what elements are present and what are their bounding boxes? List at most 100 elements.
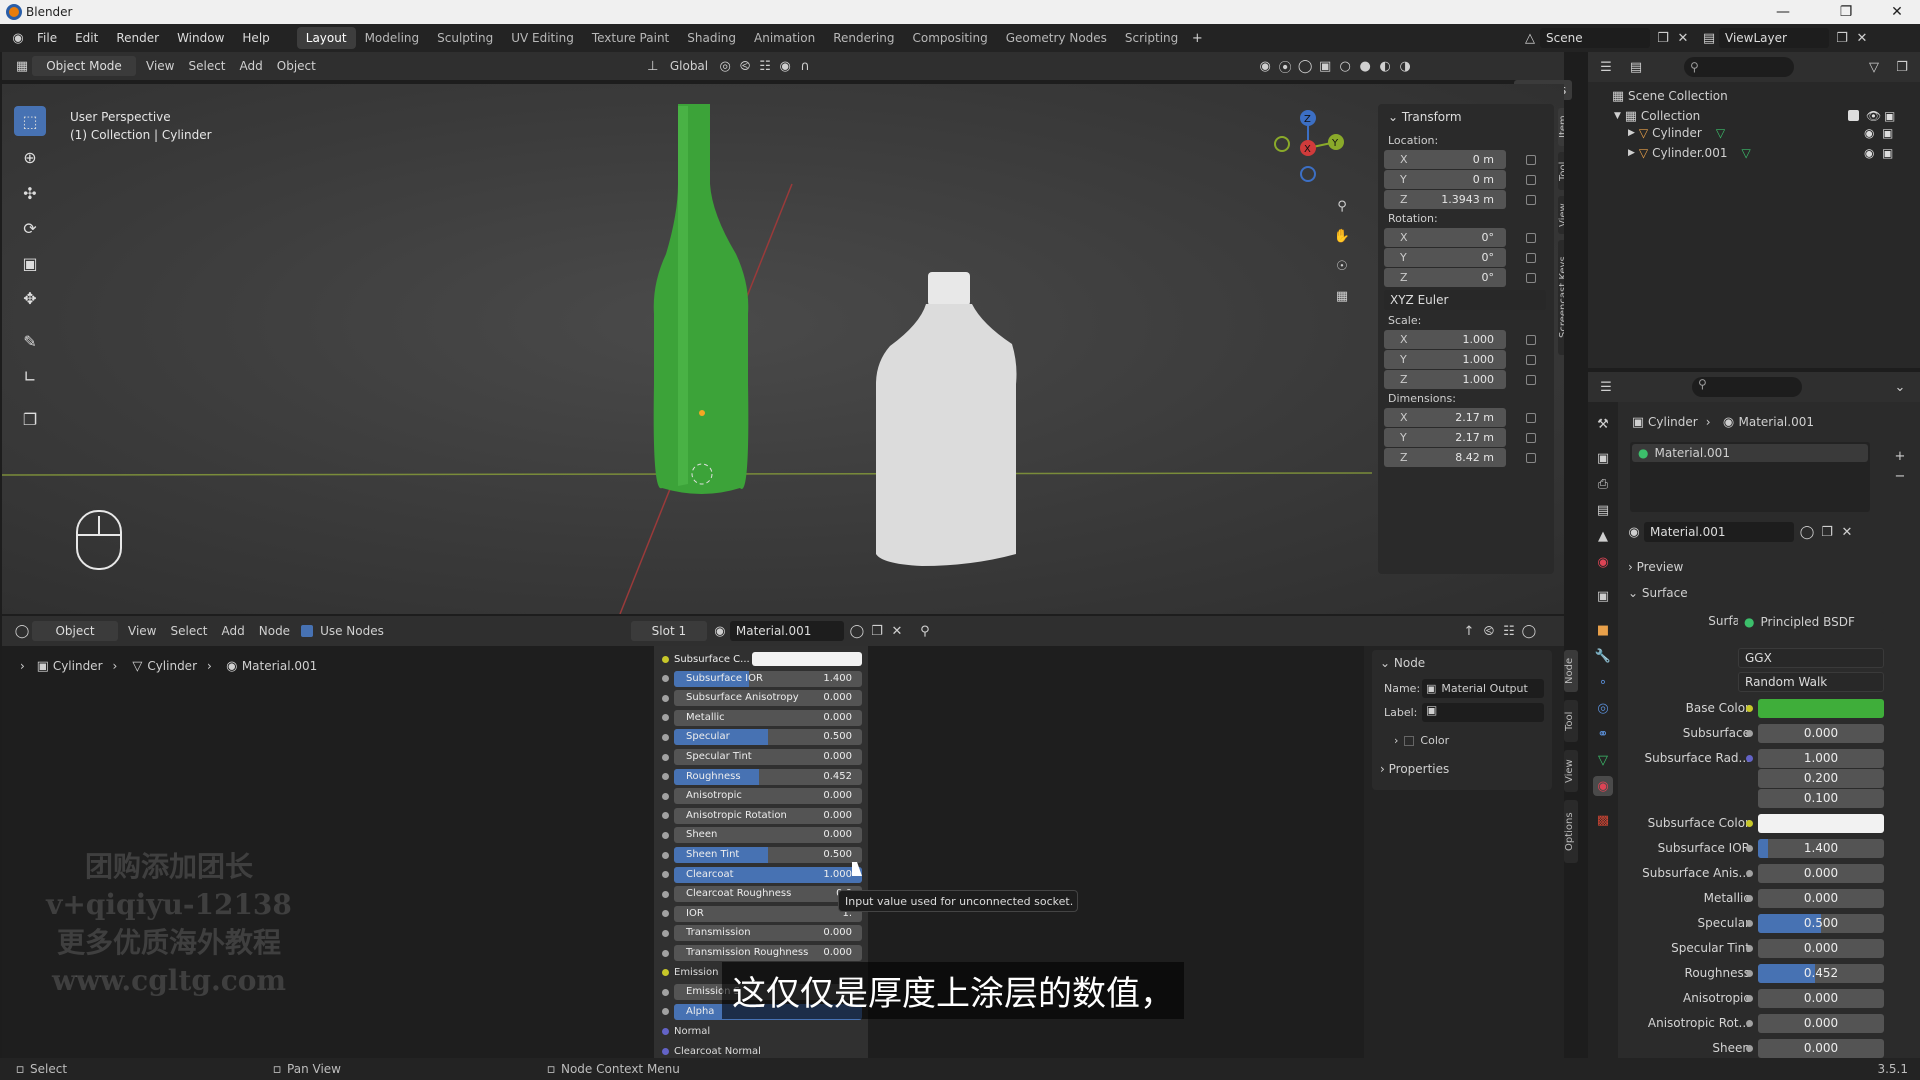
lock-icon[interactable]	[1526, 175, 1536, 185]
socket-value-bar[interactable]: Subsurface IOR 1.400	[674, 670, 862, 687]
orientation-icon[interactable]: ⊥	[643, 56, 663, 76]
blender-menu-icon[interactable]: ◉	[8, 28, 28, 48]
workspace-tab-uv-editing[interactable]: UV Editing	[502, 27, 583, 49]
rotation-y-field[interactable]: Y 0°	[1384, 248, 1506, 267]
node-color-row[interactable]: › Color	[1394, 734, 1449, 747]
unlink-material-icon[interactable]: ✕	[1837, 522, 1857, 542]
node-select-menu[interactable]: Select	[163, 624, 214, 638]
node-socket-row[interactable]: Transmission Roughness 0.000	[662, 944, 862, 962]
node-socket-row[interactable]: Specular Tint 0.000	[662, 748, 862, 766]
pan-hand-icon[interactable]: ✋	[1332, 226, 1352, 246]
scale-x-field[interactable]: X 1.000	[1384, 330, 1506, 349]
base-color-swatch[interactable]	[1758, 699, 1884, 718]
lock-icon[interactable]	[1526, 335, 1536, 345]
add-workspace-icon[interactable]: +	[1187, 28, 1207, 48]
duplicate-material-icon[interactable]: ❐	[1817, 522, 1837, 542]
collection-expand-icon[interactable]: ▼	[1614, 111, 1621, 121]
menu-edit[interactable]: Edit	[66, 31, 107, 45]
npanel-tab-screencast-keys[interactable]: Screencast Keys	[1558, 240, 1564, 355]
dimensions-z-field[interactable]: Z 8.42 m	[1384, 448, 1506, 467]
transform-panel-title[interactable]: ⌄ Transform	[1388, 110, 1462, 124]
properties-editor-icon[interactable]: ☰	[1596, 377, 1616, 397]
lock-icon[interactable]	[1526, 453, 1536, 463]
display-mode-icon[interactable]: ▤	[1626, 57, 1646, 77]
camera-icon[interactable]: ▣	[1882, 146, 1893, 160]
workspace-tab-rendering[interactable]: Rendering	[824, 27, 903, 49]
prop-field[interactable]: 0.000	[1758, 1014, 1884, 1033]
maximize-icon[interactable]: ❐	[1823, 0, 1869, 24]
workspace-tab-geometry-nodes[interactable]: Geometry Nodes	[997, 27, 1116, 49]
overlay-icon[interactable]: ◯	[1295, 56, 1315, 76]
scene-tab-icon[interactable]: ▲	[1593, 526, 1613, 546]
workspace-tab-shading[interactable]: Shading	[678, 27, 745, 49]
prop-field[interactable]: 0.000	[1758, 724, 1884, 743]
node-overlay-icon[interactable]: ◯	[1519, 621, 1539, 641]
node-label-field[interactable]: ▣	[1422, 703, 1544, 722]
workspace-tab-animation[interactable]: Animation	[745, 27, 824, 49]
prop-field[interactable]: 1.400	[1758, 839, 1884, 858]
socket-value-bar[interactable]: IOR 1.	[674, 905, 862, 922]
fake-user-icon[interactable]: ◯	[1797, 522, 1817, 542]
world-tab-icon[interactable]: ◉	[1593, 552, 1613, 572]
lock-icon[interactable]	[1526, 375, 1536, 385]
3d-viewport[interactable]: User Perspective (1) Collection | Cylind…	[2, 84, 1564, 614]
prop-field[interactable]: 0.100	[1758, 789, 1884, 808]
node-snap-icon[interactable]: ⧀	[1479, 621, 1499, 641]
socket-value-bar[interactable]: Specular 0.500	[674, 729, 862, 746]
dimensions-y-field[interactable]: Y 2.17 m	[1384, 428, 1506, 447]
surface-section[interactable]: ⌄ Surface	[1628, 586, 1688, 600]
browse-material-icon[interactable]: ◉	[1624, 522, 1644, 542]
viewlayer-icon[interactable]: ▤	[1699, 28, 1719, 48]
annotate-tool-icon[interactable]: ✎	[14, 326, 46, 356]
scale-tool-icon[interactable]: ▣	[14, 248, 46, 278]
node-socket-row[interactable]: Subsurface IOR 1.400	[662, 670, 862, 688]
transform-tool-icon[interactable]: ✥	[14, 283, 46, 313]
lock-icon[interactable]	[1526, 413, 1536, 423]
outliner-item-cylinder[interactable]: ▶ ▽ Cylinder ▽ ◉ ▣	[1628, 126, 1914, 140]
socket-value-bar[interactable]: Sheen 0.000	[674, 827, 862, 844]
outliner-editor-icon[interactable]: ☰	[1596, 57, 1616, 77]
orientation-dropdown[interactable]: Global	[663, 59, 715, 73]
camera-view-icon[interactable]: ☉	[1332, 256, 1352, 276]
view-layer-tab-icon[interactable]: ▤	[1593, 500, 1613, 520]
add-menu[interactable]: Add	[233, 59, 270, 73]
subsurface-method-dropdown[interactable]: Random Walk	[1738, 672, 1884, 692]
outliner-search-field[interactable]: ⚲	[1684, 57, 1794, 77]
node-editor-type-icon[interactable]: ◯	[12, 621, 32, 641]
socket-value-bar[interactable]: Clearcoat 1.000	[674, 866, 862, 883]
view-menu[interactable]: View	[139, 59, 181, 73]
node-tab-tool[interactable]: Tool	[1564, 700, 1578, 742]
prop-field[interactable]: 0.000	[1758, 939, 1884, 958]
scale-y-field[interactable]: Y 1.000	[1384, 350, 1506, 369]
pivot-icon[interactable]: ◎	[715, 56, 735, 76]
node-material-browse-icon[interactable]: ◉	[710, 621, 730, 641]
expand-icon[interactable]: ▶	[1628, 128, 1635, 138]
add-slot-icon[interactable]: +	[1890, 446, 1910, 466]
mesh-data-icon[interactable]: ▽	[1741, 146, 1750, 160]
new-scene-icon[interactable]: ❐	[1653, 28, 1673, 48]
use-nodes-checkbox[interactable]	[301, 625, 314, 637]
node-tab-node[interactable]: Node	[1564, 650, 1578, 692]
lock-icon[interactable]	[1526, 195, 1536, 205]
menu-render[interactable]: Render	[107, 31, 168, 45]
node-socket-row[interactable]: Clearcoat Normal	[662, 1042, 862, 1058]
solid-shading-icon[interactable]: ●	[1355, 56, 1375, 76]
node-socket-row[interactable]: Sheen Tint 0.500	[662, 846, 862, 864]
viewlayer-selector[interactable]: ViewLayer	[1719, 28, 1829, 48]
new-collection-icon[interactable]: ❐	[1892, 57, 1912, 77]
parent-node-icon[interactable]: ↑	[1459, 621, 1479, 641]
collection-eye-icon[interactable]: 👁	[1866, 109, 1881, 123]
node-socket-row[interactable]: Subsurface Anisotropy 0.000	[662, 689, 862, 707]
node-socket-row[interactable]: Clearcoat 1.000	[662, 866, 862, 884]
object-mode-dropdown[interactable]: Object Mode	[32, 56, 136, 76]
npanel-tab-item[interactable]: Item	[1558, 108, 1564, 146]
navigation-gizmo[interactable]: Z Y X	[1268, 106, 1348, 186]
gizmo-icon[interactable]: ⦿	[1275, 56, 1295, 76]
properties-options-icon[interactable]: ⌄	[1890, 377, 1910, 397]
material-tab-icon[interactable]: ◉	[1593, 776, 1613, 796]
menu-file[interactable]: File	[28, 31, 66, 45]
scene-collection-row[interactable]: ▦ Scene Collection	[1608, 86, 1728, 106]
delete-scene-icon[interactable]: ✕	[1673, 28, 1693, 48]
node-menu[interactable]: Node	[252, 624, 297, 638]
workspace-tab-layout[interactable]: Layout	[296, 27, 356, 49]
